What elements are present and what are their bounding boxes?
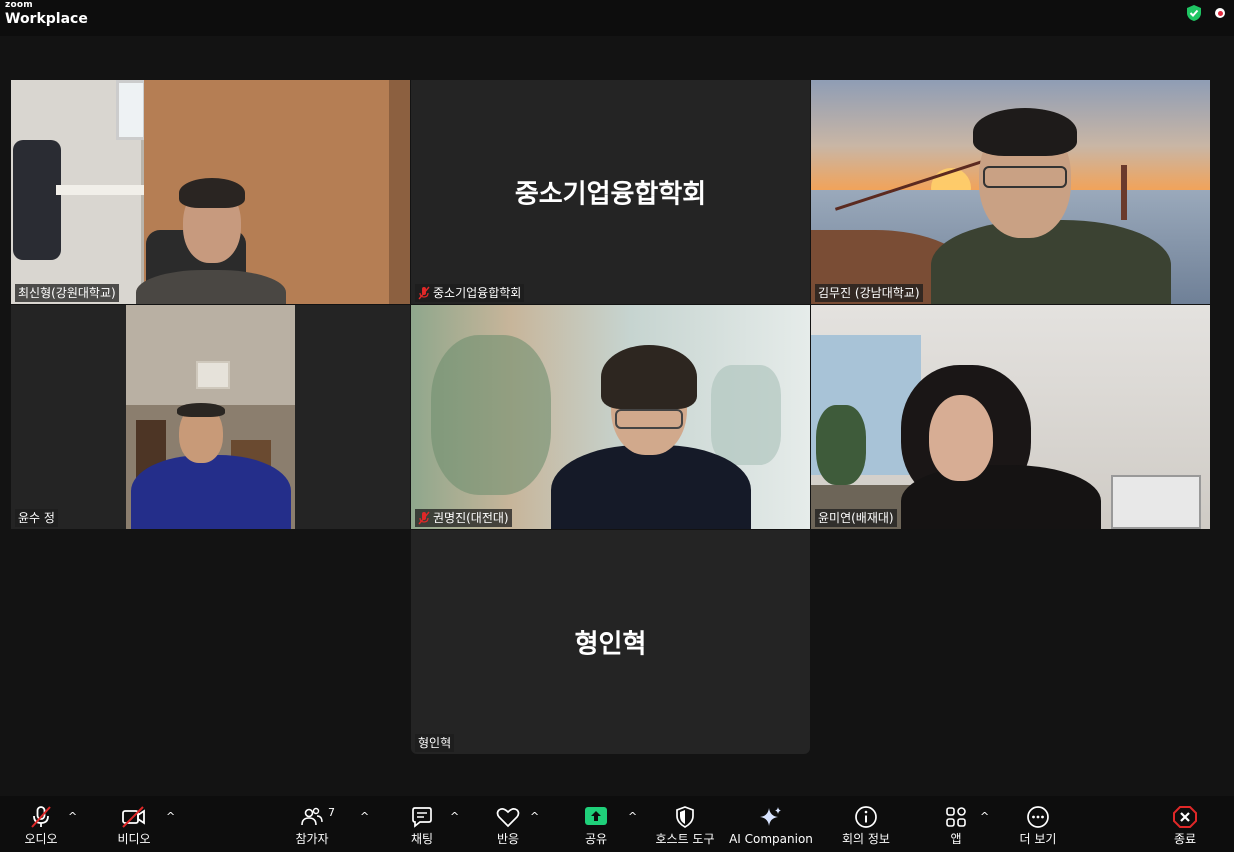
chat-label: 채팅 [410,832,434,846]
meeting-info-label: 회의 정보 [842,832,890,846]
participant-count: 7 [328,806,335,819]
end-meeting-button[interactable]: 종료 [1166,796,1204,852]
audio-button[interactable]: 오디오 [18,796,64,852]
chat-icon [412,807,432,828]
host-tools-label: 호스트 도구 [655,832,715,846]
brand-small: zoom [5,0,33,10]
participant-name: 권명진(대전대) [433,511,509,525]
reactions-options-caret[interactable]: ^ [530,810,539,823]
apps-icon [946,807,966,827]
mic-muted-icon [418,511,430,525]
sparkle-icon [760,807,781,826]
participants-button[interactable]: 참가자 [290,796,334,852]
camera-off-icon [122,806,145,828]
participant-name-label: 윤수 정 [15,509,58,527]
video-options-caret[interactable]: ^ [166,810,175,823]
chat-button[interactable]: 채팅 [404,796,440,852]
heart-icon [496,808,520,828]
share-button[interactable]: 공유 [578,796,614,852]
video-tile[interactable]: 최신형(강원대학교) [11,80,410,304]
video-tile[interactable]: 김무진 (강남대학교) [811,80,1210,304]
meeting-toolbar: 오디오 ^ 비디오 ^ 참가자 7 ^ 채팅 ^ 반응 ^ 공유 ^ 호스트 도… [0,796,1234,852]
participant-name: 중소기업융합학회 [433,286,522,300]
ai-companion-button[interactable]: AI Companion [729,796,813,852]
mic-muted-icon [31,806,51,828]
video-tile[interactable]: 윤수 정 [11,305,410,529]
recording-icon[interactable] [1215,8,1225,18]
title-bar: zoom Workplace [0,0,1234,36]
shield-icon [676,806,694,828]
more-button[interactable]: 더 보기 [1016,796,1060,852]
people-icon [301,807,323,826]
host-tools-button[interactable]: 호스트 도구 [650,796,720,852]
meeting-info-button[interactable]: 회의 정보 [836,796,896,852]
reactions-label: 반응 [496,832,520,846]
video-tile[interactable]: 형인혁 형인혁 [411,530,810,754]
zoom-workplace-logo: zoom Workplace [5,0,88,27]
video-tile[interactable]: 권명진(대전대) [411,305,810,529]
more-icon [1027,806,1049,828]
participant-name-label: 윤미연(배재대) [815,509,897,527]
end-label: 종료 [1173,832,1197,846]
reactions-button[interactable]: 반응 [490,796,526,852]
chat-options-caret[interactable]: ^ [450,810,459,823]
participant-name: 김무진 (강남대학교) [818,286,920,300]
audio-options-caret[interactable]: ^ [68,810,77,823]
share-options-caret[interactable]: ^ [628,810,637,823]
audio-label: 오디오 [24,832,58,846]
end-icon [1173,806,1197,828]
participant-name: 형인혁 [418,736,452,750]
more-label: 더 보기 [1019,832,1057,846]
participant-center-name: 형인혁 [574,629,647,660]
participant-name-label: 최신형(강원대학교) [15,284,119,302]
brand-large: Workplace [5,11,88,27]
participant-name-label: 김무진 (강남대학교) [815,284,923,302]
video-label: 비디오 [117,832,151,846]
video-tile[interactable]: 중소기업융합학회 중소기업융합학회 [411,80,810,304]
apps-button[interactable]: 앱 [940,796,972,852]
ai-companion-label: AI Companion [729,832,813,846]
share-icon [585,807,607,825]
participant-name: 최신형(강원대학교) [18,286,116,300]
participant-name-label: 형인혁 [415,734,455,752]
share-label: 공유 [584,832,608,846]
participant-name: 윤미연(배재대) [818,511,894,525]
mic-muted-icon [418,286,430,300]
video-tile[interactable]: 윤미연(배재대) [811,305,1210,529]
participant-name-label: 중소기업융합학회 [415,284,525,302]
participants-label: 참가자 [295,832,329,846]
video-button[interactable]: 비디오 [112,796,156,852]
participant-name-label: 권명진(대전대) [415,509,512,527]
participants-options-caret[interactable]: ^ [360,810,369,823]
security-shield-icon[interactable] [1185,4,1203,22]
participant-center-name: 중소기업융합학회 [514,179,707,210]
apps-options-caret[interactable]: ^ [980,810,989,823]
participant-name: 윤수 정 [18,511,55,525]
info-icon [855,806,877,828]
apps-label: 앱 [950,832,962,846]
